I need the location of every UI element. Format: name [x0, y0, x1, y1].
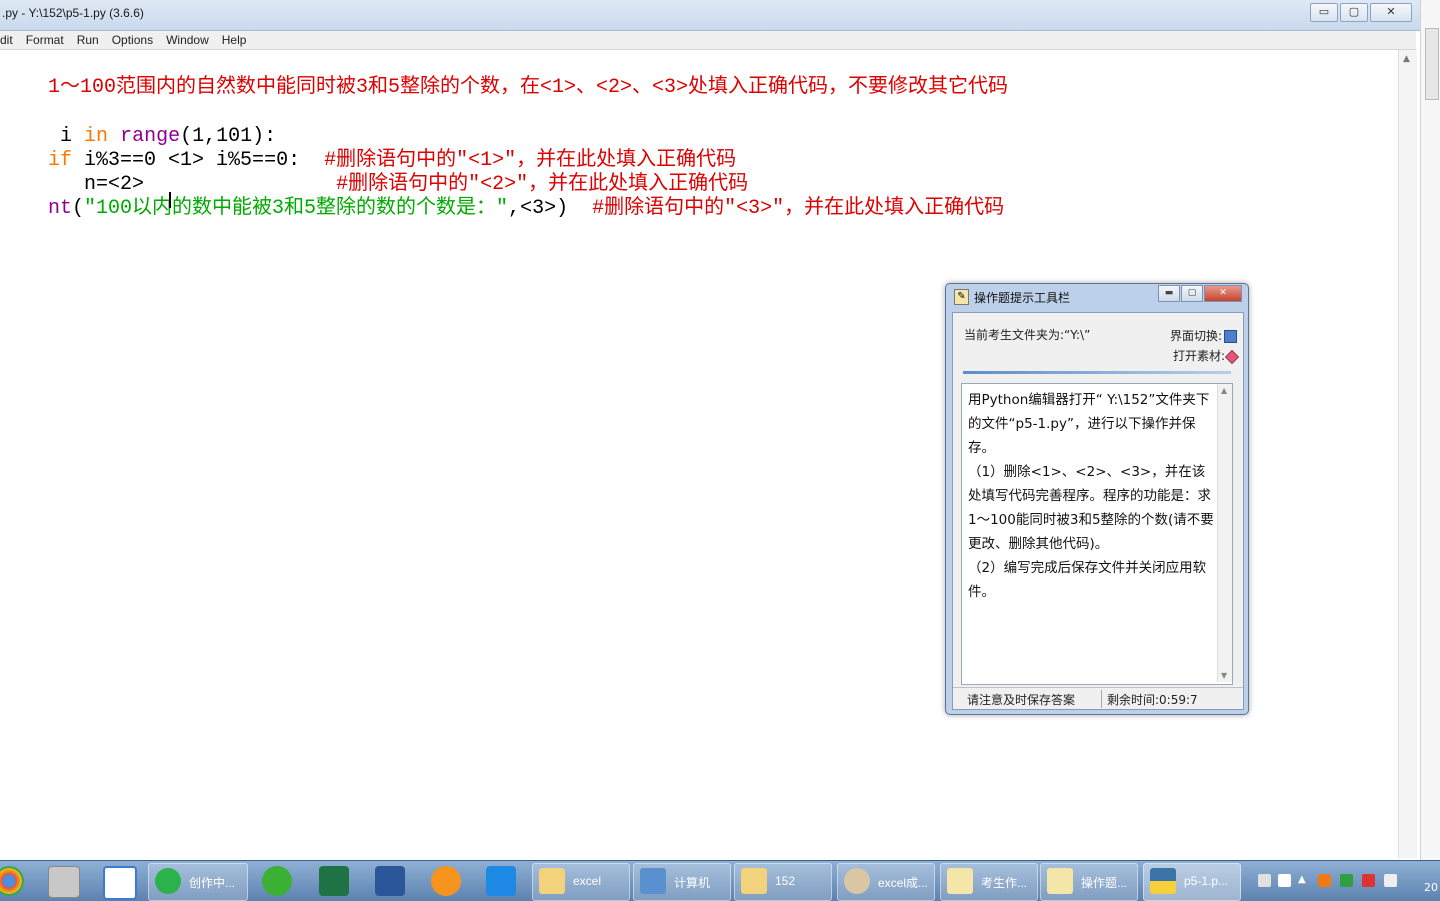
- hint-body: 当前考生文件夹为:“Y:\” 界面切换: 打开素材: 用Python编辑器打开“…: [952, 312, 1244, 710]
- switch-view-button[interactable]: 界面切换:: [1170, 327, 1237, 344]
- comment-text: #删除语句中的"<3>"，并在此处填入正确代码: [592, 197, 1005, 220]
- scroll-up-icon[interactable]: ▲: [1403, 54, 1410, 64]
- orange-tray-icon[interactable]: [1318, 874, 1331, 887]
- switch-view-label: 界面切换:: [1169, 329, 1222, 343]
- menu-help[interactable]: Help: [222, 31, 247, 49]
- taskbar-item-excel-folder[interactable]: excel: [532, 863, 630, 901]
- excel-icon[interactable]: [319, 866, 349, 896]
- taskbar: 创作中... excel 计算机 152 excel成... 考生作... 操作…: [0, 860, 1440, 901]
- switch-view-icon[interactable]: [1224, 330, 1237, 343]
- minimize-button[interactable]: ▭: [1310, 3, 1338, 22]
- hint-status-bar: 请注意及时保存答案 剩余时间:0:59:7: [953, 687, 1243, 710]
- taskbar-item-label: 计算机: [674, 876, 711, 890]
- baidu-netdisk-icon[interactable]: [103, 866, 137, 900]
- hint-minimize-button[interactable]: ▬: [1158, 285, 1180, 302]
- taskbar-item-p5-1[interactable]: p5-1.p...: [1143, 863, 1241, 901]
- divider: [963, 371, 1231, 374]
- window-title: .py - Y:\152\p5-1.py (3.6.6): [2, 6, 144, 20]
- chrome-icon[interactable]: [0, 866, 24, 896]
- taskbar-item-label: 创作中...: [189, 876, 236, 890]
- clock[interactable]: 20: [1424, 881, 1438, 894]
- window-title-bar: .py - Y:\152\p5-1.py (3.6.6) ▭ ▢ ✕: [0, 0, 1420, 31]
- scrollbar-thumb[interactable]: [1425, 28, 1439, 100]
- keyboard-icon[interactable]: [1258, 874, 1271, 887]
- maximize-button[interactable]: ▢: [1340, 3, 1368, 22]
- pen-icon: [947, 868, 973, 894]
- status-divider: [1101, 690, 1102, 708]
- background-window-scrollbar[interactable]: [1420, 0, 1440, 860]
- taskbar-item-label: 操作题...: [1081, 876, 1128, 890]
- taskbar-item-excel-result[interactable]: excel成...: [837, 863, 935, 901]
- taskbar-item-label: excel成...: [878, 876, 929, 890]
- hint-window-controls: ▬ ▢ ✕: [1157, 285, 1242, 302]
- hint-title: 操作题提示工具栏: [974, 291, 1071, 305]
- taskbar-item-examinee[interactable]: 考生作...: [940, 863, 1038, 901]
- folder-icon: [741, 868, 767, 894]
- menu-format[interactable]: Format: [26, 31, 64, 49]
- paint-palette-icon: [844, 868, 870, 894]
- builtin-print: nt: [48, 197, 73, 220]
- taskbar-item-operation-hint[interactable]: 操作题...: [1040, 863, 1138, 901]
- open-material-label: 打开素材:: [1172, 349, 1225, 363]
- code-text: ,<3>): [508, 197, 593, 220]
- close-button[interactable]: ✕: [1370, 3, 1412, 22]
- shield-icon[interactable]: [1340, 874, 1353, 887]
- comment-text: 1～100范围内的自然数中能同时被3和5整除的个数，在<1>、<2>、<3>处填…: [48, 76, 1009, 99]
- taskbar-item-152[interactable]: 152: [734, 863, 832, 901]
- speaker-icon[interactable]: [1362, 874, 1375, 887]
- system-tray: ▲ 20: [1250, 861, 1440, 901]
- python-icon: [1150, 868, 1176, 894]
- pen-icon: [1047, 868, 1073, 894]
- wechat-icon[interactable]: [262, 866, 292, 896]
- taskbar-item-label: excel: [573, 874, 602, 888]
- string-literal: "100以内的数中能被3和5整除的数的个数是：": [84, 197, 509, 220]
- orange-app-icon[interactable]: [431, 866, 461, 896]
- open-material-icon[interactable]: [1224, 349, 1240, 364]
- hint-toolbar-window: ✎ 操作题提示工具栏 ▬ ▢ ✕ 当前考生文件夹为:“Y:\” 界面切换: 打开…: [945, 283, 1249, 715]
- code-line-6: nt("100以内的数中能被3和5整除的数的个数是：",<3>) #删除语句中的…: [0, 173, 1004, 245]
- remaining-time: 剩余时间:0:59:7: [1107, 693, 1198, 707]
- hint-scrollbar[interactable]: ▲ ▼: [1217, 384, 1232, 682]
- app-icon[interactable]: [48, 866, 80, 898]
- menu-run[interactable]: Run: [77, 31, 99, 49]
- folder-label: 当前考生文件夹为:“Y:\”: [964, 328, 1091, 342]
- open-material-button[interactable]: 打开素材:: [1172, 347, 1240, 364]
- computer-icon: [640, 868, 666, 894]
- folder-icon: [539, 868, 565, 894]
- menu-bar: dit Format Run Options Window Help: [0, 31, 1416, 50]
- refresh-icon: [155, 868, 181, 894]
- taskbar-item-label: p5-1.p...: [1184, 874, 1229, 888]
- hint-content-box[interactable]: 用Python编辑器打开“ Y:\152”文件夹下的文件“p5-1.py”，进行…: [961, 383, 1233, 685]
- word-icon[interactable]: [375, 866, 405, 896]
- taskbar-item-creating[interactable]: 创作中...: [148, 863, 248, 901]
- network-icon[interactable]: [1278, 874, 1291, 887]
- hint-maximize-button[interactable]: ▢: [1181, 285, 1203, 302]
- save-reminder: 请注意及时保存答案: [967, 693, 1076, 707]
- hint-title-bar: ✎ 操作题提示工具栏 ▬ ▢ ✕: [946, 284, 1248, 308]
- menu-options[interactable]: Options: [112, 31, 153, 49]
- editor-scrollbar[interactable]: ▲: [1398, 50, 1417, 858]
- hint-instructions: 用Python编辑器打开“ Y:\152”文件夹下的文件“p5-1.py”，进行…: [968, 392, 1214, 600]
- taskbar-item-label: 152: [775, 874, 796, 888]
- taskbar-item-computer[interactable]: 计算机: [633, 863, 731, 901]
- taskbar-item-label: 考生作...: [981, 876, 1028, 890]
- scroll-down-icon[interactable]: ▼: [1221, 671, 1227, 680]
- menu-edit[interactable]: dit: [0, 31, 13, 49]
- pen-icon: ✎: [954, 289, 969, 305]
- chevron-up-icon[interactable]: ▲: [1298, 874, 1311, 887]
- grid-app-icon[interactable]: [486, 866, 516, 896]
- window-controls: ▭ ▢ ✕: [1308, 3, 1412, 22]
- code-text: (: [72, 197, 85, 220]
- hint-close-button[interactable]: ✕: [1204, 285, 1242, 302]
- monitor-icon[interactable]: [1384, 874, 1397, 887]
- menu-window[interactable]: Window: [166, 31, 209, 49]
- text-cursor-icon: [169, 192, 171, 208]
- scroll-up-icon[interactable]: ▲: [1221, 386, 1227, 395]
